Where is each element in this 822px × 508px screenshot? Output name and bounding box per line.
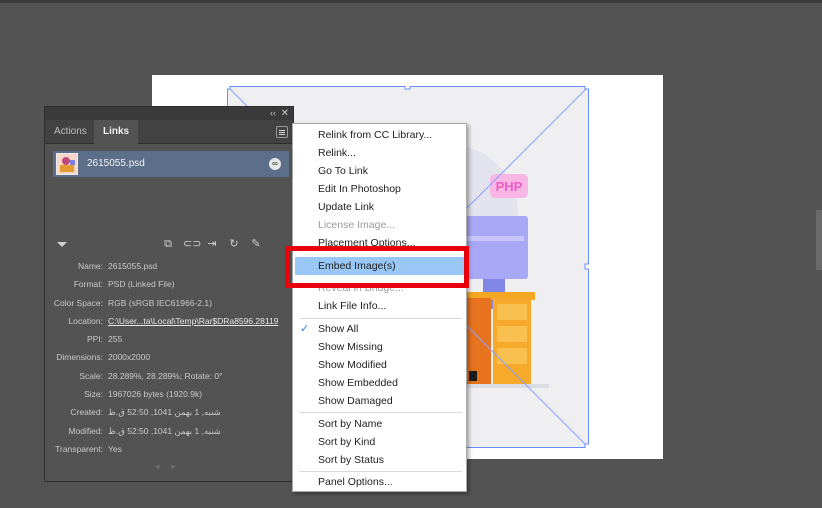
link-filename: 2615055.psd	[87, 158, 145, 169]
menu-item-relink[interactable]: Relink...	[293, 144, 466, 162]
info-label: Scale:	[79, 370, 103, 381]
info-value: 255	[108, 334, 123, 345]
menu-item-show-missing[interactable]: Show Missing	[293, 338, 466, 356]
link-thumbnail	[56, 153, 78, 175]
menu-separator	[299, 471, 462, 472]
go-to-link-icon[interactable]: ⇥	[205, 238, 219, 251]
check-icon: ✓	[300, 323, 310, 335]
top-bar	[0, 0, 822, 3]
links-toolbar: ⧉ ⊂⊃ ⇥ ↻ ✎	[45, 236, 293, 254]
link-info: Name: 2615055.psd Format: PSD (Linked Fi…	[45, 259, 293, 460]
info-row-transparent: Transparent: Yes	[45, 442, 293, 460]
menu-separator	[299, 318, 462, 319]
menu-item-license-image: License Image...	[318, 219, 396, 231]
tab-links[interactable]: Links	[94, 120, 139, 144]
info-row-created: Created: شنبه, 1 بهمن 1041, 52:50 ق.ظ	[45, 405, 293, 423]
menu-item-label: Show All	[318, 323, 359, 335]
update-link-icon[interactable]: ↻	[227, 238, 241, 251]
info-label: Modified:	[68, 425, 104, 436]
collapse-icon[interactable]: ‹‹	[270, 107, 276, 120]
info-label: PPI:	[86, 334, 103, 345]
location-link[interactable]: C:\User...ta\Local\Temp\Rar$DRa8596.2811…	[108, 316, 278, 326]
menu-item-show-embedded[interactable]: Show Embedded	[293, 374, 466, 392]
menu-item-link-file-info[interactable]: Link File Info...	[293, 297, 466, 315]
menu-item-sort-by-name[interactable]: Sort by Name	[293, 415, 466, 433]
menu-item-show-damaged[interactable]: Show Damaged	[293, 392, 466, 410]
info-row-modified: Modified: شنبه, 1 بهمن 1041, 52:50 ق.ظ	[45, 424, 293, 442]
info-value: شنبه, 1 بهمن 1041, 52:50 ق.ظ	[108, 407, 221, 418]
info-row-format: Format: PSD (Linked File)	[45, 277, 293, 295]
edit-original-icon[interactable]: ✎	[249, 238, 263, 251]
info-label: Name:	[77, 261, 103, 271]
linked-chain-icon: ∞	[269, 158, 281, 170]
info-row-dimensions: Dimensions: 2000x2000	[45, 350, 293, 368]
info-value: 2000x2000	[108, 352, 151, 363]
info-row-color-space: Color Space: RGB (sRGB IEC61966-2.1)	[45, 296, 293, 314]
info-row-size: Size: 1967026 bytes (1920.9k)	[45, 387, 293, 405]
info-label: Dimensions:	[56, 352, 103, 363]
info-value: شنبه, 1 بهمن 1041, 52:50 ق.ظ	[108, 425, 221, 436]
menu-item-edit-in-photoshop[interactable]: Edit In Photoshop	[293, 180, 466, 198]
scrollbar[interactable]	[816, 210, 822, 270]
info-label: Color Space:	[53, 297, 103, 308]
menu-item-panel-options[interactable]: Panel Options...	[293, 473, 466, 491]
menu-item-update-link[interactable]: Update Link	[293, 198, 466, 216]
info-row-ppi: PPI: 255	[45, 332, 293, 350]
info-value: RGB (sRGB IEC61966-2.1)	[108, 297, 212, 308]
info-label: Size:	[84, 389, 103, 400]
relink-icon[interactable]: ⊂⊃	[183, 238, 201, 251]
info-value: Yes	[108, 443, 122, 454]
annotation-highlight-box	[285, 246, 469, 288]
relink-cc-icon[interactable]: ⧉	[161, 238, 175, 251]
info-value: 2615055.psd	[108, 261, 158, 271]
link-item[interactable]: 2615055.psd ∞	[53, 151, 289, 177]
panel-tabbar: Actions Links	[45, 120, 293, 144]
menu-item-sort-by-kind[interactable]: Sort by Kind	[293, 433, 466, 451]
info-scroll-arrows[interactable]: ◂▸	[155, 461, 188, 472]
info-label: Created:	[70, 407, 103, 418]
tab-actions[interactable]: Actions	[45, 120, 96, 144]
info-row-scale: Scale: 28.289%, 28.289%; Rotate: 0°	[45, 369, 293, 387]
panel-menu-icon[interactable]	[276, 126, 288, 138]
show-info-toggle-icon[interactable]	[57, 242, 67, 247]
panel-titlebar[interactable]: ‹‹ ✕	[45, 107, 293, 120]
info-row-name: Name: 2615055.psd	[45, 259, 293, 277]
links-panel-menu: Relink from CC Library... Relink... Go T…	[292, 123, 467, 492]
menu-item-show-all[interactable]: ✓ Show All	[293, 320, 466, 338]
menu-item-show-modified[interactable]: Show Modified	[293, 356, 466, 374]
php-badge: PHP	[496, 179, 523, 194]
info-row-location: Location: C:\User...ta\Local\Temp\Rar$DR…	[45, 314, 293, 332]
info-value: 1967026 bytes (1920.9k)	[108, 389, 203, 400]
info-label: Transparent:	[55, 443, 103, 454]
menu-item-relink-cc[interactable]: Relink from CC Library...	[293, 126, 466, 144]
info-label: Format:	[73, 279, 103, 290]
info-value: 28.289%, 28.289%; Rotate: 0°	[108, 370, 223, 381]
menu-item-go-to-link[interactable]: Go To Link	[293, 162, 466, 180]
info-label: Location:	[68, 315, 104, 326]
close-icon[interactable]: ✕	[281, 107, 289, 120]
links-panel: ‹‹ ✕ Actions Links 2615055.psd ∞ ⧉ ⊂⊃ ⇥ …	[44, 106, 294, 482]
info-value: PSD (Linked File)	[108, 279, 175, 290]
menu-separator	[299, 412, 462, 413]
menu-item-sort-by-status[interactable]: Sort by Status	[293, 451, 466, 469]
